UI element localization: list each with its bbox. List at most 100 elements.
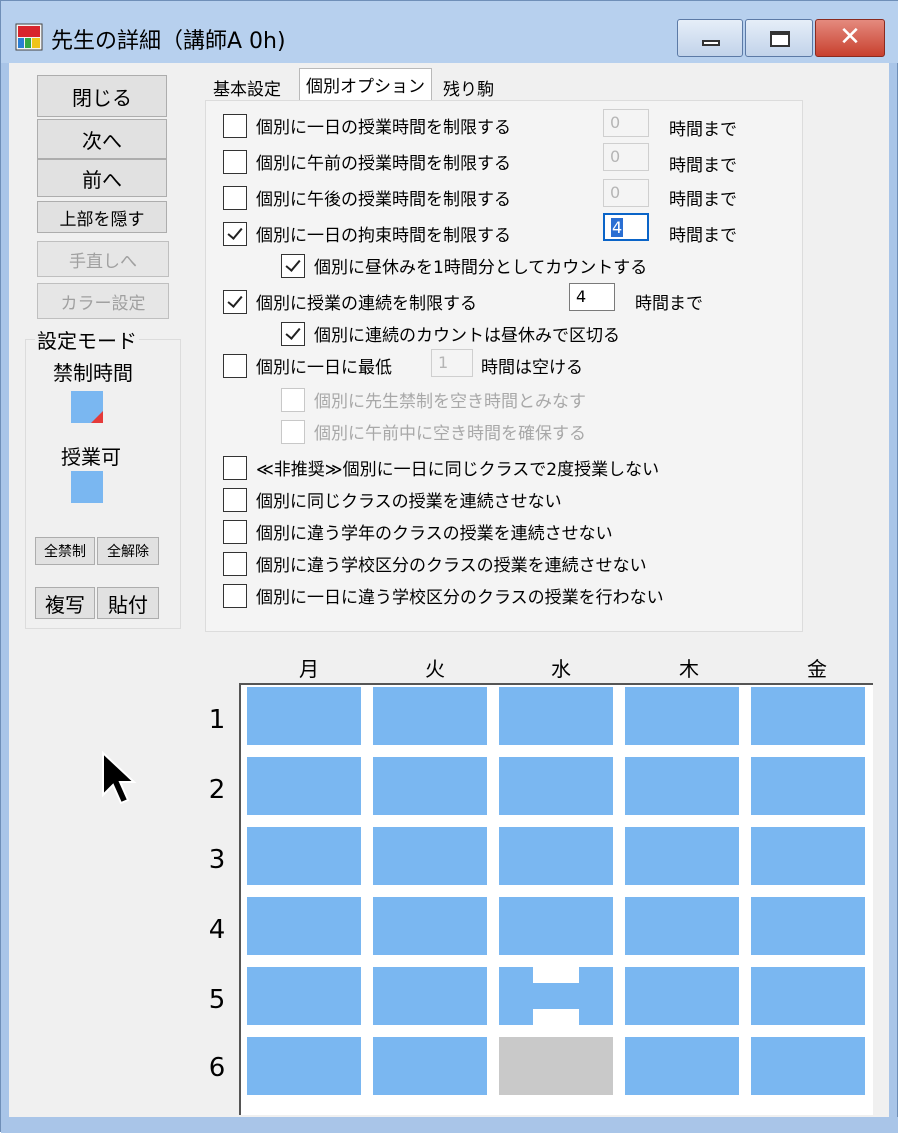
option-morning-free-time[interactable]: 個別に午前中に空き時間を確保する [281,419,586,444]
option-no-consecutive-same-class[interactable]: 個別に同じクラスの授業を連続させない [223,487,562,512]
hide-top-button[interactable]: 上部を隠す [37,201,167,233]
day-header-mon[interactable]: 月 [289,653,329,682]
next-button[interactable]: 次へ [37,119,167,159]
timetable-cell[interactable] [751,1037,865,1095]
morning-class-hours-input[interactable]: 0 [603,143,649,171]
option-morning-class-hours[interactable]: 個別に午前の授業時間を制限する [223,149,511,174]
forbidden-time-label[interactable]: 禁制時間 [53,357,133,386]
timetable-cell[interactable] [247,757,361,815]
option-daily-restraint-hours[interactable]: 個別に一日の拘束時間を制限する [223,221,511,246]
maximize-button[interactable] [745,19,813,57]
forbidden-mark-icon [91,411,103,423]
option-daily-class-hours[interactable]: 個別に一日の授業時間を制限する [223,113,511,138]
timetable-cell[interactable] [625,897,739,955]
consecutive-limit-input[interactable]: 4 [569,283,615,311]
checkbox[interactable] [223,221,247,246]
copy-button[interactable]: 複写 [35,587,95,619]
checkbox[interactable] [223,113,247,138]
timetable-cell[interactable] [625,827,739,885]
color-settings-button[interactable]: カラー設定 [37,283,169,319]
checkbox[interactable] [223,519,247,544]
timetable-cell[interactable] [247,897,361,955]
checkbox[interactable] [223,551,247,576]
timetable-cell[interactable] [499,687,613,745]
option-no-twice-same-class[interactable]: ≪非推奨≫個別に一日に同じクラスで2度授業しない [223,455,659,480]
daily-restraint-hours-input[interactable]: 4 [603,213,649,241]
daily-class-hours-input[interactable]: 0 [603,109,649,137]
checkbox[interactable] [223,487,247,512]
timetable-cell[interactable] [625,1037,739,1095]
period-label-1[interactable]: 1 [205,705,229,735]
timetable-cell[interactable] [373,827,487,885]
option-lunch-as-one-hour[interactable]: 個別に昼休みを1時間分としてカウントする [281,253,647,278]
option-afternoon-class-hours[interactable]: 個別に午後の授業時間を制限する [223,185,511,210]
timetable-cell[interactable] [247,967,361,1025]
timetable-cell[interactable] [373,967,487,1025]
timetable-cell[interactable] [247,827,361,885]
period-label-3[interactable]: 3 [205,845,229,875]
adjust-button[interactable]: 手直しへ [37,241,169,277]
paste-button[interactable]: 貼付 [97,587,159,619]
checkbox[interactable] [223,583,247,608]
option-consecutive-limit[interactable]: 個別に授業の連続を制限する [223,289,477,314]
option-consecutive-split-by-lunch[interactable]: 個別に連続のカウントは昼休みで区切る [281,321,620,346]
class-allowed-swatch[interactable] [71,471,103,503]
option-no-consecutive-different-division[interactable]: 個別に違う学校区分のクラスの授業を連続させない [223,551,647,576]
day-header-fri[interactable]: 金 [797,653,837,682]
timetable-cell[interactable] [373,687,487,745]
close-button[interactable]: 閉じる [37,75,167,117]
checkbox[interactable] [223,289,247,314]
timetable-cell[interactable] [625,967,739,1025]
all-release-button[interactable]: 全解除 [97,537,159,565]
day-header-wed[interactable]: 水 [541,653,581,682]
checkbox[interactable] [223,455,247,480]
minimum-free-hours-input[interactable]: 1 [431,349,473,377]
close-window-button[interactable]: ✕ [815,19,885,57]
class-allowed-label[interactable]: 授業可 [61,441,121,470]
checkbox[interactable] [281,387,305,412]
tab-remaining-pieces[interactable]: 残り駒 [443,75,494,101]
tab-individual-options[interactable]: 個別オプション [299,68,432,101]
timetable-cell[interactable] [247,1037,361,1095]
day-header-thu[interactable]: 木 [669,653,709,682]
timetable-cell[interactable] [499,897,613,955]
checkbox[interactable] [281,253,305,278]
title-bar[interactable]: 先生の詳細（講師A 0h) ✕ [1,1,898,63]
timetable-cell[interactable] [247,687,361,745]
period-label-6[interactable]: 6 [205,1053,229,1083]
timetable-cell-unavailable[interactable] [499,1037,613,1095]
checkbox[interactable] [223,353,247,378]
timetable-cell[interactable] [751,757,865,815]
timetable-cell-lunch-split[interactable] [499,967,613,1025]
timetable-cell[interactable] [625,757,739,815]
day-header-tue[interactable]: 火 [415,653,455,682]
timetable-cell[interactable] [751,827,865,885]
timetable-cell[interactable] [751,687,865,745]
timetable-cell[interactable] [373,757,487,815]
timetable-cell[interactable] [625,687,739,745]
timetable-cell[interactable] [373,1037,487,1095]
timetable-cell[interactable] [751,897,865,955]
checkbox[interactable] [281,419,305,444]
all-forbid-button[interactable]: 全禁制 [35,537,95,565]
option-daily-minimum-free[interactable]: 個別に一日に最低 [223,353,392,378]
checkbox[interactable] [223,185,247,210]
period-label-5[interactable]: 5 [205,985,229,1015]
teacher-detail-window: 先生の詳細（講師A 0h) ✕ 閉じる 次へ 前へ 上部を隠す 手直しへ カラー… [0,0,898,1133]
forbidden-time-swatch[interactable] [71,391,103,423]
minimize-button[interactable] [677,19,743,57]
afternoon-class-hours-input[interactable]: 0 [603,179,649,207]
checkbox[interactable] [281,321,305,346]
timetable-cell[interactable] [499,827,613,885]
timetable-cell[interactable] [373,897,487,955]
option-no-different-division-daily[interactable]: 個別に一日に違う学校区分のクラスの授業を行わない [223,583,664,608]
tab-basic-settings[interactable]: 基本設定 [213,75,281,101]
timetable-cell[interactable] [751,967,865,1025]
period-label-4[interactable]: 4 [205,915,229,945]
period-label-2[interactable]: 2 [205,775,229,805]
prev-button[interactable]: 前へ [37,159,167,197]
option-no-consecutive-different-grade[interactable]: 個別に違う学年のクラスの授業を連続させない [223,519,613,544]
checkbox[interactable] [223,149,247,174]
timetable-cell[interactable] [499,757,613,815]
option-teacher-forbid-as-free[interactable]: 個別に先生禁制を空き時間とみなす [281,387,586,412]
